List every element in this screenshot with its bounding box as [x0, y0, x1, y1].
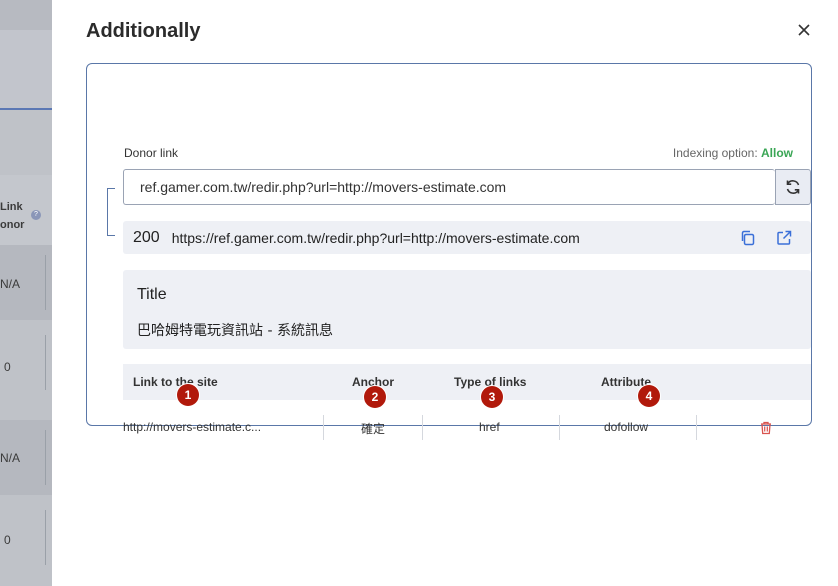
title-value: 巴哈姆特電玩資訊站 - 系統訊息 — [137, 323, 333, 339]
copy-icon[interactable] — [739, 229, 757, 247]
external-link-icon[interactable] — [775, 229, 793, 247]
bg-tab-underline — [0, 108, 52, 110]
cell-anchor: 確定 — [361, 422, 386, 436]
background-page: Link onor ? N/A 0 N/A 0 — [0, 0, 52, 586]
page-title-box: Title 巴哈姆特電玩資訊站 - 系統訊息 — [123, 270, 811, 349]
bg-band — [0, 30, 52, 108]
annotation-badge-4: 4 — [638, 385, 660, 407]
cell-attribute: dofollow — [604, 420, 649, 434]
bg-divider — [45, 255, 46, 310]
trash-icon[interactable] — [759, 420, 773, 436]
bg-divider — [45, 430, 46, 485]
annotation-badge-1: 1 — [177, 384, 199, 406]
donor-link-input[interactable] — [123, 169, 775, 205]
bg-divider — [45, 335, 46, 390]
column-link-to-site: Link to the site — [133, 375, 218, 389]
bg-band — [0, 0, 52, 30]
bg-cell: 0 — [4, 533, 11, 547]
bg-header-text: Link — [0, 201, 23, 213]
modal-title: Additionally — [86, 20, 201, 42]
column-divider — [696, 415, 697, 440]
column-divider — [323, 415, 324, 440]
table-row: http://movers-estimate.c... 確定 href dofo… — [123, 410, 811, 446]
help-icon: ? — [31, 210, 41, 220]
bg-cell: N/A — [0, 451, 21, 465]
title-label: Title — [137, 286, 167, 303]
annotation-badge-3: 3 — [481, 386, 503, 408]
annotation-badge-2: 2 — [364, 386, 386, 408]
connector-bracket — [107, 188, 115, 236]
bg-cell: N/A — [0, 277, 21, 291]
result-url: https://ref.gamer.com.tw/redir.php?url=h… — [171, 229, 580, 246]
indexing-option-label: Indexing option: — [672, 146, 758, 160]
bg-cell: 0 — [4, 360, 11, 374]
status-code: 200 — [133, 228, 160, 246]
donor-link-label: Donor link — [124, 146, 179, 160]
column-divider — [559, 415, 560, 440]
bg-divider — [45, 510, 46, 565]
close-icon[interactable] — [794, 20, 814, 40]
indexing-option: Indexing option: Allow — [673, 146, 793, 160]
links-table-header: Link to the site Anchor Type of links At… — [123, 364, 811, 400]
refresh-icon — [786, 180, 800, 194]
refresh-button[interactable] — [775, 169, 811, 205]
additionally-modal: Additionally Donor link Indexing option:… — [52, 0, 838, 586]
donor-card: Donor link Indexing option: Allow 200 ht… — [86, 63, 812, 440]
cell-link[interactable]: http://movers-estimate.c... — [123, 420, 261, 434]
cell-type: href — [479, 420, 500, 434]
indexing-option-value: Allow — [761, 146, 793, 160]
column-divider — [422, 415, 423, 440]
bg-header-text: onor — [0, 219, 25, 231]
check-result: 200 https://ref.gamer.com.tw/redir.php?u… — [123, 221, 811, 254]
